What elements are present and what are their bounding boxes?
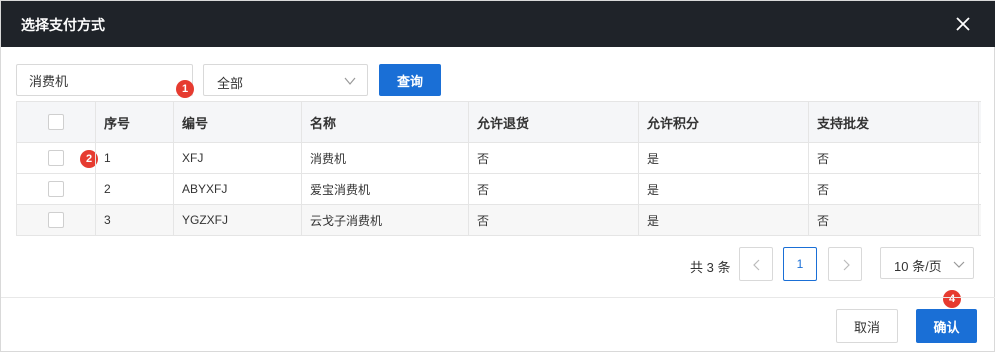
query-button[interactable]: 查询 [379,64,441,96]
filter-select[interactable]: 全部 [203,64,368,96]
close-icon[interactable] [953,14,973,34]
chevron-left-icon [753,259,760,271]
footer-divider [1,297,995,298]
table-row[interactable]: 2 ABYXFJ 爱宝消费机 否 是 否 [17,174,981,205]
row-select-cell [17,205,96,235]
payment-method-table: 序号 编号 名称 允许退货 允许积分 支持批发 1 XFJ 消费机 否 是 否 … [16,101,981,236]
next-page-button[interactable] [828,247,862,281]
cell-index: 2 [96,174,174,204]
cell-code: ABYXFJ [174,174,302,204]
cell-index: 1 [96,143,174,173]
payment-method-dialog: 选择支付方式 全部 查询 1 2 3 4 序号 编号 名称 允许退货 允许积分 … [0,0,995,352]
cell-wholesale: 否 [809,174,979,204]
cell-allow-points: 是 [639,174,809,204]
cell-code: XFJ [174,143,302,173]
cell-name: 爱宝消费机 [302,174,469,204]
cell-name: 消费机 [302,143,469,173]
page-number-current[interactable]: 1 [783,247,817,281]
cell-allow-return: 否 [469,174,639,204]
column-header-code: 编号 [174,102,302,142]
select-all-cell [17,102,96,142]
step-badge-4: 4 [943,290,961,308]
dialog-header: 选择支付方式 [1,1,995,47]
step-badge-1: 1 [176,80,194,98]
dialog-title: 选择支付方式 [21,17,105,33]
column-header-allow-return: 允许退货 [469,102,639,142]
prev-page-button[interactable] [739,247,773,281]
confirm-button[interactable]: 确认 [916,309,977,343]
cell-wholesale: 否 [809,143,979,173]
pagination-total: 共 3 条 [690,260,731,275]
cell-allow-return: 否 [469,143,639,173]
page-size-value: 10 条/页 [894,259,942,274]
row-checkbox[interactable] [48,181,64,197]
chevron-down-icon [343,74,357,88]
column-header-name: 名称 [302,102,469,142]
chevron-down-icon [953,261,965,268]
cell-wholesale: 否 [809,205,979,235]
cell-allow-points: 是 [639,205,809,235]
page-size-select[interactable]: 10 条/页 [880,247,974,279]
search-input[interactable] [16,64,193,96]
cancel-button[interactable]: 取消 [836,309,898,343]
column-header-wholesale: 支持批发 [809,102,979,142]
table-row[interactable]: 1 XFJ 消费机 否 是 否 [17,143,981,174]
cell-allow-points: 是 [639,143,809,173]
chevron-right-icon [843,259,850,271]
cell-name: 云戈子消费机 [302,205,469,235]
row-select-cell [17,143,96,173]
cell-allow-return: 否 [469,205,639,235]
row-checkbox[interactable] [48,212,64,228]
filter-select-value: 全部 [217,76,244,91]
column-header-index: 序号 [96,102,174,142]
table-header-row: 序号 编号 名称 允许退货 允许积分 支持批发 [17,102,981,143]
cell-code: YGZXFJ [174,205,302,235]
cell-index: 3 [96,205,174,235]
select-all-checkbox[interactable] [48,114,64,130]
column-header-allow-points: 允许积分 [639,102,809,142]
table-row[interactable]: 3 YGZXFJ 云戈子消费机 否 是 否 [17,205,981,236]
row-select-cell [17,174,96,204]
row-checkbox[interactable] [48,150,64,166]
